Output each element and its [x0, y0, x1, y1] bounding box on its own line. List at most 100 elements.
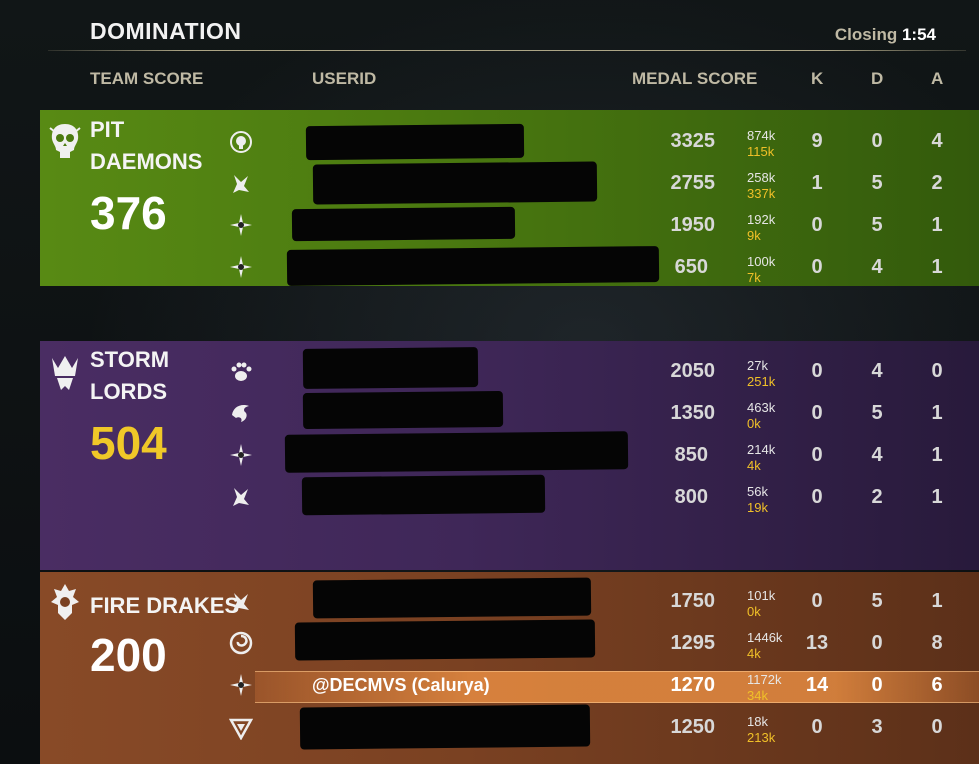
damage-healing: 463k 0k [747, 400, 775, 432]
medal-score: 1295 [670, 632, 716, 654]
damage-healing: 258k 337k [747, 170, 775, 202]
team-name-line1: FIRE DRAKES [90, 593, 240, 618]
medal-score: 2755 [670, 172, 716, 194]
kills: 13 [805, 632, 829, 654]
medal-score: 1950 [670, 214, 716, 236]
triangle-class-icon [229, 718, 253, 740]
team-score: 200 [90, 629, 167, 681]
assists: 2 [931, 172, 943, 194]
medal-score: 650 [674, 256, 708, 278]
damage-value: 1172k [747, 672, 782, 687]
drake-emblem-icon [51, 584, 79, 620]
assists: 8 [931, 632, 943, 654]
kills: 0 [811, 214, 823, 236]
skull-emblem-icon [49, 124, 81, 158]
damage-value: 27k [747, 358, 768, 373]
damage-healing: 1172k 34k [747, 672, 781, 704]
dragonknight-class-icon [233, 593, 249, 611]
deaths: 4 [871, 256, 883, 278]
damage-healing: 214k 4k [747, 442, 775, 474]
kills: 0 [811, 716, 823, 738]
redacted-userid [301, 474, 546, 516]
medal-score: 850 [674, 444, 708, 466]
assists: 1 [931, 486, 943, 508]
medal-score: 2050 [670, 360, 716, 382]
redacted-userid [284, 431, 629, 473]
damage-value: 101k [747, 588, 776, 603]
medal-score: 800 [674, 486, 708, 508]
healing-value: 337k [747, 186, 776, 201]
col-userid: USERID [312, 69, 377, 88]
team-name-line2: DAEMONS [90, 149, 203, 174]
header-divider [48, 50, 966, 51]
deaths: 4 [871, 444, 883, 466]
team-name-line1: STORM [90, 347, 170, 372]
col-medal-score: MEDAL SCORE [632, 69, 758, 88]
damage-healing: 56k 19k [747, 484, 768, 516]
deaths: 5 [871, 590, 883, 612]
deaths: 2 [871, 486, 883, 508]
healing-value: 4k [747, 458, 761, 473]
dragonknight-class-icon [233, 175, 249, 193]
dragonknight-class-icon [233, 488, 249, 506]
healing-value: 0k [747, 604, 761, 619]
col-team-score: TEAM SCORE [90, 69, 204, 88]
redacted-userid [302, 390, 504, 430]
healing-value: 9k [747, 228, 761, 243]
healing-value: 4k [747, 646, 761, 661]
bear-paw-class-icon [231, 362, 252, 381]
medal-score: 3325 [670, 130, 716, 152]
deaths: 5 [871, 214, 883, 236]
star-class-icon [230, 256, 252, 278]
team-name-line2: LORDS [90, 379, 167, 404]
team-score: 504 [90, 417, 167, 469]
damage-value: 56k [747, 484, 768, 499]
damage-healing: 192k 9k [747, 212, 775, 244]
assists: 1 [931, 256, 943, 278]
redacted-userid [299, 704, 591, 750]
damage-value: 874k [747, 128, 776, 143]
redacted-userid [302, 347, 479, 389]
star-class-icon [230, 674, 252, 696]
damage-value: 463k [747, 400, 776, 415]
assists: 1 [931, 402, 943, 424]
damage-value: 192k [747, 212, 776, 227]
player-userid[interactable]: @DECMVS (Calurya) [312, 675, 490, 696]
col-kills: K [811, 69, 824, 88]
deaths: 0 [871, 130, 883, 152]
deaths: 5 [871, 172, 883, 194]
redacted-userid [291, 206, 516, 242]
assists: 1 [931, 214, 943, 236]
damage-healing: 874k 115k [747, 128, 775, 160]
assists: 0 [931, 716, 943, 738]
assists: 0 [931, 360, 943, 382]
redacted-userid [312, 161, 598, 205]
mode-title: DOMINATION [90, 18, 242, 44]
healing-value: 7k [747, 270, 761, 285]
damage-value: 214k [747, 442, 776, 457]
damage-healing: 1446k 4k [747, 630, 782, 662]
star-class-icon [230, 444, 252, 466]
kills: 0 [811, 444, 823, 466]
swirl-class-icon [229, 631, 253, 655]
assists: 4 [931, 130, 943, 152]
deaths: 4 [871, 360, 883, 382]
skull-class-icon [230, 131, 252, 153]
team-name-line1: PIT [90, 117, 125, 142]
damage-healing: 101k 0k [747, 588, 775, 620]
kills: 0 [811, 486, 823, 508]
team-score: 376 [90, 187, 167, 239]
kills: 14 [805, 674, 829, 696]
redacted-userid [286, 246, 660, 286]
col-deaths: D [871, 69, 884, 88]
healing-value: 251k [747, 374, 776, 389]
kills: 0 [811, 360, 823, 382]
healing-value: 19k [747, 500, 768, 515]
medal-score: 1270 [670, 674, 716, 696]
kills: 9 [811, 130, 823, 152]
deaths: 5 [871, 402, 883, 424]
kills: 0 [811, 402, 823, 424]
assists: 6 [931, 674, 943, 696]
crown-emblem-icon [52, 356, 78, 390]
healing-value: 34k [747, 688, 768, 703]
